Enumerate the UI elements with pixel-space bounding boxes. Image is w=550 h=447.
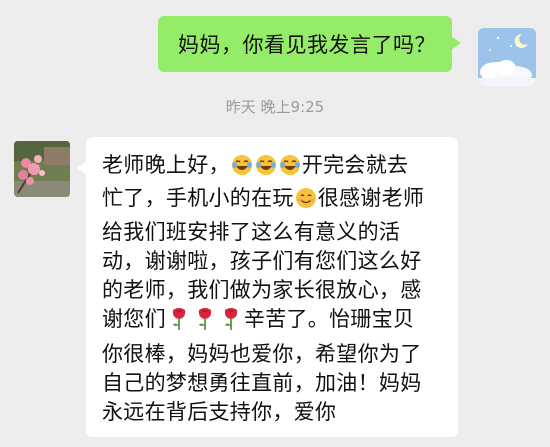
outgoing-message-row: 妈妈，你看见我发言了吗？ [0,14,550,86]
message-text: 很感谢老师 [317,186,425,211]
outgoing-message-text: 妈妈，你看见我发言了吗？ [178,33,436,57]
face-with-tears-of-joy-icon [279,154,301,184]
message-line: 老师晚上好， 开完会就去 [102,151,448,184]
rose-icon [222,307,240,339]
message-line: 永远在背后支持你，爱你 [102,400,337,425]
message-text: 老师晚上好， [102,153,230,177]
message-timestamp: 昨天 晚上9:25 [225,98,325,116]
message-line: 的老师，我们做为家长很放心，感 [102,278,422,303]
peach-blossom-avatar-image [14,141,70,197]
incoming-message-bubble[interactable]: 老师晚上好， 开完会就去 忙了，手机小的在玩 很感谢老师 给我们班安排了这么有意义的… [77,137,458,437]
message-line: 谢您们 辛苦了。怡珊宝贝 [102,305,448,339]
night-sky-avatar-image [478,28,536,86]
message-text: 忙了，手机小的在玩 [102,186,294,211]
rose-icon [170,307,188,339]
message-line: 忙了，手机小的在玩 很感谢老师 [102,184,448,217]
smiling-face-icon [295,187,317,217]
self-avatar[interactable] [478,28,536,86]
message-line: 你很棒，妈妈也爱你，希望你为了 [102,341,422,366]
face-with-tears-of-joy-icon [231,154,253,184]
message-line: 给我们班安排了这么有意义的活 [102,219,401,244]
message-text: 开完会就去 [301,153,409,177]
message-text: 辛苦了。怡珊宝贝 [243,307,415,332]
face-with-tears-of-joy-icon [255,154,277,184]
message-text: 谢您们 [102,307,166,332]
sender-avatar[interactable] [14,141,70,197]
message-line: 动，谢谢啦，孩子们有您们这么好 [102,248,422,273]
rose-icon [196,307,214,339]
outgoing-message-bubble[interactable]: 妈妈，你看见我发言了吗？ [158,16,461,72]
message-line: 自己的梦想勇往直前，加油！妈妈 [102,371,422,396]
